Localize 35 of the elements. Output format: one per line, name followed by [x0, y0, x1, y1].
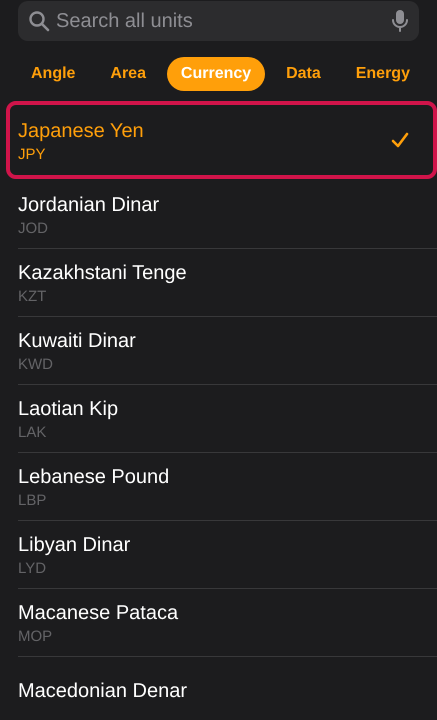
currency-code: JPY	[18, 146, 46, 162]
currency-row[interactable]: Macedonian Denar	[18, 657, 437, 720]
currency-name: Jordanian Dinar	[18, 194, 160, 217]
currency-code: MOP	[18, 628, 52, 645]
currency-name: Kuwaiti Dinar	[18, 330, 136, 353]
currency-name: Macedonian Denar	[18, 680, 187, 703]
currency-row[interactable]: Laotian Kip LAK	[18, 385, 437, 453]
currency-name: Macanese Pataca	[18, 602, 178, 625]
currency-row[interactable]: Japanese Yen JPY	[18, 105, 429, 175]
search-field[interactable]: Search all units	[56, 10, 385, 32]
currency-code: KWD	[18, 356, 53, 373]
currency-code: LYD	[18, 560, 46, 577]
checkmark-icon	[391, 132, 409, 148]
currency-row[interactable]: Jordanian Dinar JOD	[18, 181, 437, 249]
currency-code: LBP	[18, 492, 46, 509]
currency-name: Laotian Kip	[18, 398, 118, 421]
currency-name: Libyan Dinar	[18, 534, 130, 557]
search-bar[interactable]: Search all units	[18, 1, 419, 41]
microphone-icon[interactable]	[391, 9, 409, 33]
currency-name: Japanese Yen	[18, 120, 144, 142]
currency-row[interactable]: Kazakhstani Tenge KZT	[18, 249, 437, 317]
category-tab[interactable]: Angle	[17, 57, 90, 91]
currency-name: Kazakhstani Tenge	[18, 262, 187, 285]
currency-code: KZT	[18, 288, 46, 305]
currency-code: JOD	[18, 220, 48, 237]
currency-code: LAK	[18, 424, 46, 441]
search-icon	[28, 10, 50, 32]
category-tab[interactable]: Data	[272, 57, 335, 91]
currency-row[interactable]: Macanese Pataca MOP	[18, 589, 437, 657]
category-tab[interactable]: Energy	[342, 57, 424, 91]
currency-row[interactable]: Lebanese Pound LBP	[18, 453, 437, 521]
currency-row[interactable]: Kuwaiti Dinar KWD	[18, 317, 437, 385]
currency-row[interactable]: Libyan Dinar LYD	[18, 521, 437, 589]
category-tab[interactable]: Area	[96, 57, 160, 91]
currency-name: Lebanese Pound	[18, 466, 170, 489]
